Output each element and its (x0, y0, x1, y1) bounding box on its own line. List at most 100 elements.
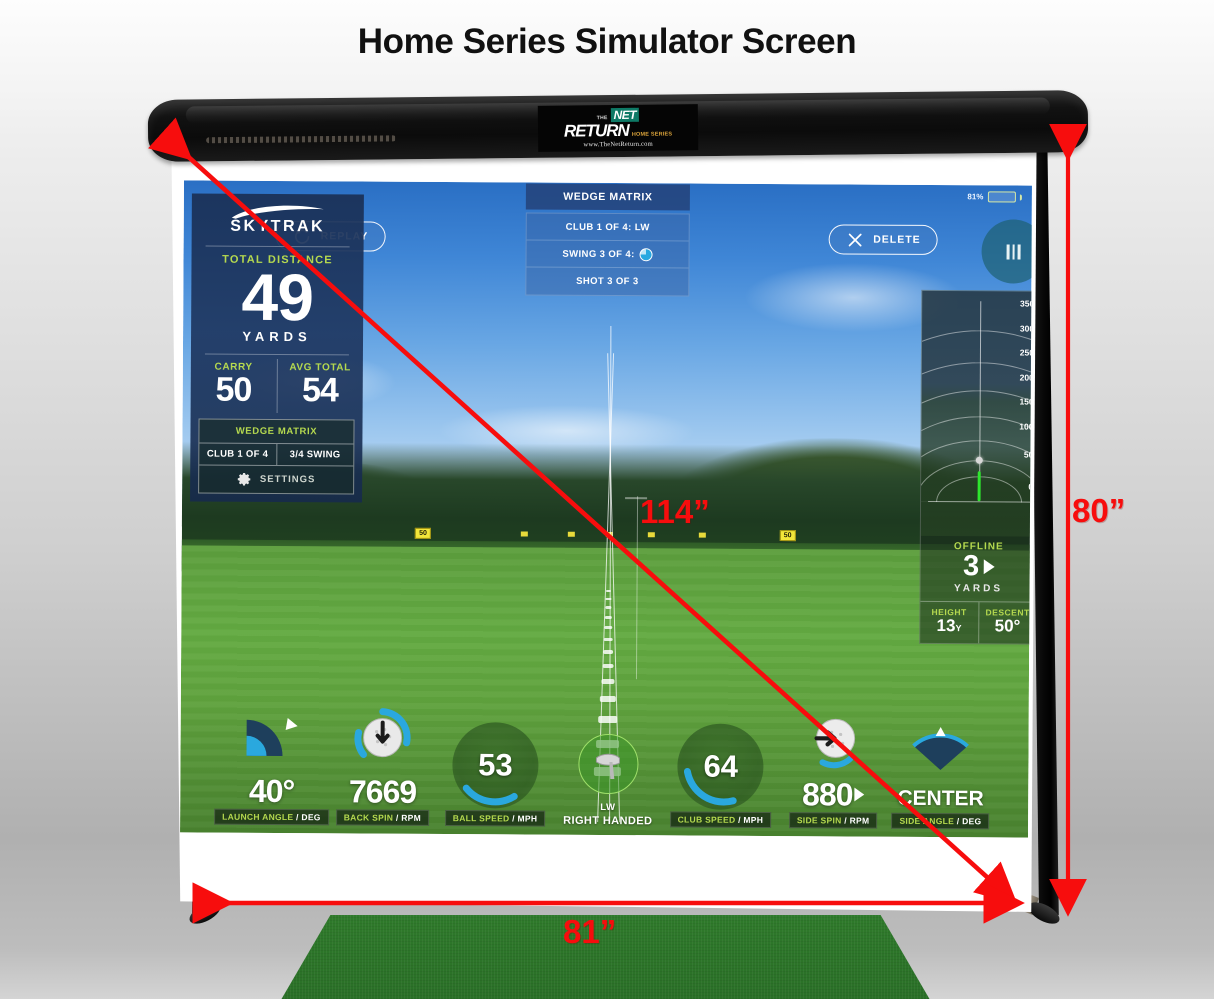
logo-series: HOME SERIES (631, 131, 673, 138)
golf-club-icon (595, 753, 620, 780)
descent-value: 50° (994, 616, 1021, 636)
yard-marker-mini-5 (699, 533, 707, 539)
side-angle-icon (912, 727, 970, 771)
avg-total-stat: AVG TOTAL 54 (276, 358, 363, 414)
offline-units: YARDS (953, 583, 1004, 595)
battery-icon (987, 191, 1016, 203)
ball-speed-dial: 53 (452, 722, 539, 809)
metric-club-speed[interactable]: 64 CLUB SPEED / MPH (661, 723, 780, 829)
offline-value: 3 (962, 550, 980, 583)
club-handedness: RIGHT HANDED (563, 814, 653, 828)
back-spin-key: BACK SPIN (343, 812, 394, 823)
hud-mode-title: WEDGE MATRIX (525, 183, 690, 211)
settings-button[interactable]: SETTINGS (199, 465, 353, 493)
metric-launch-angle[interactable]: 40° LAUNCH ANGLE / DEG (214, 701, 329, 826)
club-speed-dial: 64 (677, 723, 765, 810)
height-stat: HEIGHT 13Y (920, 602, 978, 643)
shot-trajectory-line (977, 471, 981, 502)
axis-tick: 350 (1020, 298, 1032, 309)
metric-side-spin[interactable]: 880 SIDE SPIN / RPM (779, 704, 887, 829)
ball-trail-tick (604, 625, 613, 630)
hud-swing-text: SWING 3 OF 4: (562, 248, 635, 260)
menu-bar-icon (1012, 243, 1015, 259)
divider (204, 353, 349, 356)
carry-value: 50 (215, 370, 252, 409)
wedge-matrix-panel[interactable]: WEDGE MATRIX CLUB 1 OF 4 3/4 SWING SETTI… (198, 418, 355, 495)
ball-trail-tick (601, 678, 615, 684)
shot-landing-ball-icon (975, 457, 983, 465)
total-distance-units: YARDS (242, 328, 312, 344)
hud-row-shot: SHOT 3 OF 3 (526, 268, 688, 296)
launch-angle-visual (241, 701, 303, 773)
ball-speed-dial-arc (462, 784, 518, 806)
yard-marker-mini-1 (521, 531, 529, 537)
side-angle-tag: SIDE ANGLE / DEG (891, 812, 990, 830)
club-value: LW (600, 801, 616, 814)
club-speed-visual: 64 (677, 723, 765, 810)
avg-total-value: 54 (301, 370, 338, 410)
axis-tick: 100 (1019, 421, 1032, 432)
metric-back-spin[interactable]: 7669 BACK SPIN / RPM (329, 701, 437, 826)
back-spin-unit: RPM (401, 812, 422, 823)
metric-ball-speed[interactable]: 53 BALL SPEED / MPH (436, 722, 555, 827)
ball-speed-key: BALL SPEED (452, 813, 510, 824)
sidespin-ball-icon (814, 718, 856, 769)
arrow-right-icon (854, 787, 865, 802)
ball-speed-unit: MPH (517, 813, 538, 824)
axis-tick: 250 (1019, 347, 1032, 358)
simulator-product-page: Home Series Simulator Screen 50 50 WEDGE… (0, 0, 1214, 999)
width-measure-label: 81” (563, 913, 617, 950)
side-spin-value-row: 880 (802, 776, 865, 813)
close-icon (848, 233, 862, 246)
yard-marker-mini-2 (567, 532, 575, 538)
hud-shot-text: SHOT 3 OF 3 (576, 275, 639, 288)
ball-speed-tag: BALL SPEED / MPH (444, 810, 546, 827)
wedge-matrix-swing[interactable]: 3/4 SWING (275, 443, 354, 466)
axis-tick: 200 (1019, 372, 1032, 383)
launch-angle-unit: DEG (301, 812, 321, 823)
club-badge (577, 733, 639, 795)
backspin-ball-icon (354, 708, 411, 759)
launch-angle-icon (246, 718, 298, 757)
delete-button[interactable]: DELETE (828, 224, 938, 256)
back-spin-value: 7669 (348, 773, 417, 810)
trajectory-panel: 350 300 250 200 150 100 50 0 OFFLINE 3 Y… (919, 289, 1032, 645)
logo-bottom-line: RETURN HOME SERIES (564, 121, 673, 141)
side-spin-tag: SIDE SPIN / RPM (788, 812, 878, 829)
diagonal-measure-label: 114” (640, 493, 710, 530)
yard-marker-left: 50 (415, 527, 432, 539)
side-angle-unit: DEG (962, 816, 982, 827)
offline-value-row: 3 (921, 550, 1032, 583)
side-angle-value: CENTER (897, 786, 984, 811)
metric-side-angle[interactable]: CENTER SIDE ANGLE / DEG (887, 713, 995, 830)
total-distance-value: 49 (241, 259, 314, 335)
hud-row-club: CLUB 1 OF 4: LW (526, 213, 689, 242)
frame-vent-stitching (206, 135, 397, 144)
club-speed-tag: CLUB SPEED / MPH (669, 811, 772, 829)
stats-panel: SKYTRAK TOTAL DISTANCE 49 YARDS CARRY 50… (190, 193, 364, 503)
range-arc (920, 328, 1032, 503)
net-return-top-bar: THE NET RETURN HOME SERIES www.TheNetRet… (147, 90, 1089, 162)
wedge-matrix-selection-row: CLUB 1 OF 4 3/4 SWING (199, 443, 354, 467)
height-descent-row: HEIGHT 13Y DESCENT 50° (920, 600, 1032, 644)
side-angle-visual (908, 713, 974, 785)
arrow-right-icon (983, 559, 995, 575)
net-return-logo: THE NET RETURN HOME SERIES www.TheNetRet… (537, 104, 699, 152)
trajectory-graph: 350 300 250 200 150 100 50 0 (920, 290, 1032, 537)
battery-cap (1019, 194, 1022, 201)
axis-tick: 150 (1019, 396, 1032, 407)
club-speed-unit: MPH (743, 814, 764, 825)
axis-tick: 300 (1019, 323, 1032, 334)
yard-marker-mini-4 (648, 532, 656, 538)
metric-club[interactable]: LW RIGHT HANDED (554, 728, 662, 828)
launch-angle-value: 40° (248, 772, 295, 810)
height-value-wrap: 13Y (920, 616, 978, 636)
hud-row-swing: SWING 3 OF 4: (526, 240, 689, 269)
ball-trail-tick (605, 615, 613, 619)
battery-percent-label: 81% (967, 192, 984, 202)
ball-trail-tick (603, 649, 614, 654)
club-visual (577, 728, 639, 800)
battery-indicator: 81% (967, 191, 1022, 203)
settings-label: SETTINGS (259, 473, 316, 485)
wedge-matrix-club[interactable]: CLUB 1 OF 4 (199, 443, 276, 464)
